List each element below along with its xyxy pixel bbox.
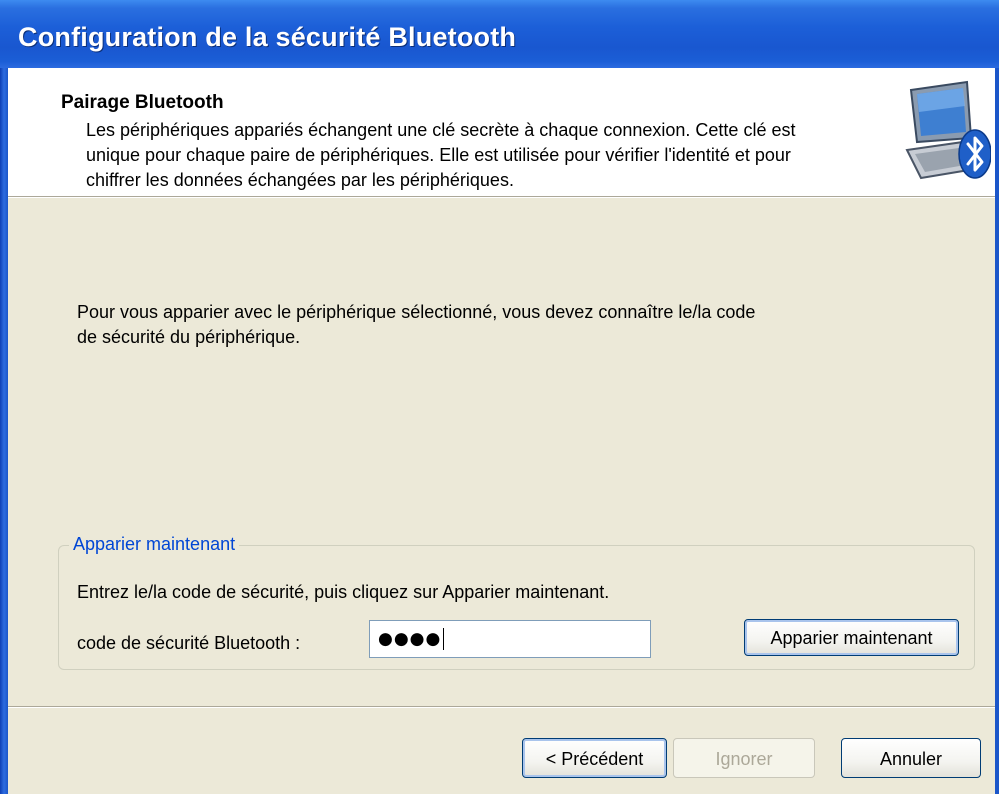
cancel-button[interactable]: Annuler — [841, 738, 981, 778]
title-bar[interactable]: Configuration de la sécurité Bluetooth — [0, 0, 999, 68]
bluetooth-computer-icon — [905, 80, 991, 180]
security-code-value: ●●●● — [378, 629, 442, 649]
text-caret — [443, 628, 445, 650]
window-frame-left — [0, 68, 8, 794]
pair-now-group: Apparier maintenant Entrez le/la code de… — [58, 534, 975, 670]
window-frame-right — [995, 68, 999, 794]
footer-divider — [8, 706, 995, 708]
window-title: Configuration de la sécurité Bluetooth — [18, 22, 517, 52]
pair-now-button[interactable]: Apparier maintenant — [744, 619, 959, 656]
back-button[interactable]: < Précédent — [522, 738, 667, 778]
wizard-header: Pairage Bluetooth Les périphériques appa… — [8, 68, 995, 196]
page-description: Les périphériques appariés échangent une… — [86, 120, 796, 190]
intro-text: Pour vous apparier avec le périphérique … — [77, 302, 756, 347]
security-code-label: code de sécurité Bluetooth : — [77, 633, 301, 653]
group-legend: Apparier maintenant — [69, 534, 240, 555]
header-divider — [8, 196, 995, 198]
security-code-input[interactable]: ●●●● — [369, 620, 651, 658]
pair-instruction: Entrez le/la code de sécurité, puis cliq… — [77, 582, 610, 602]
ignore-button[interactable]: Ignorer — [673, 738, 815, 778]
page-title: Pairage Bluetooth — [61, 92, 224, 113]
